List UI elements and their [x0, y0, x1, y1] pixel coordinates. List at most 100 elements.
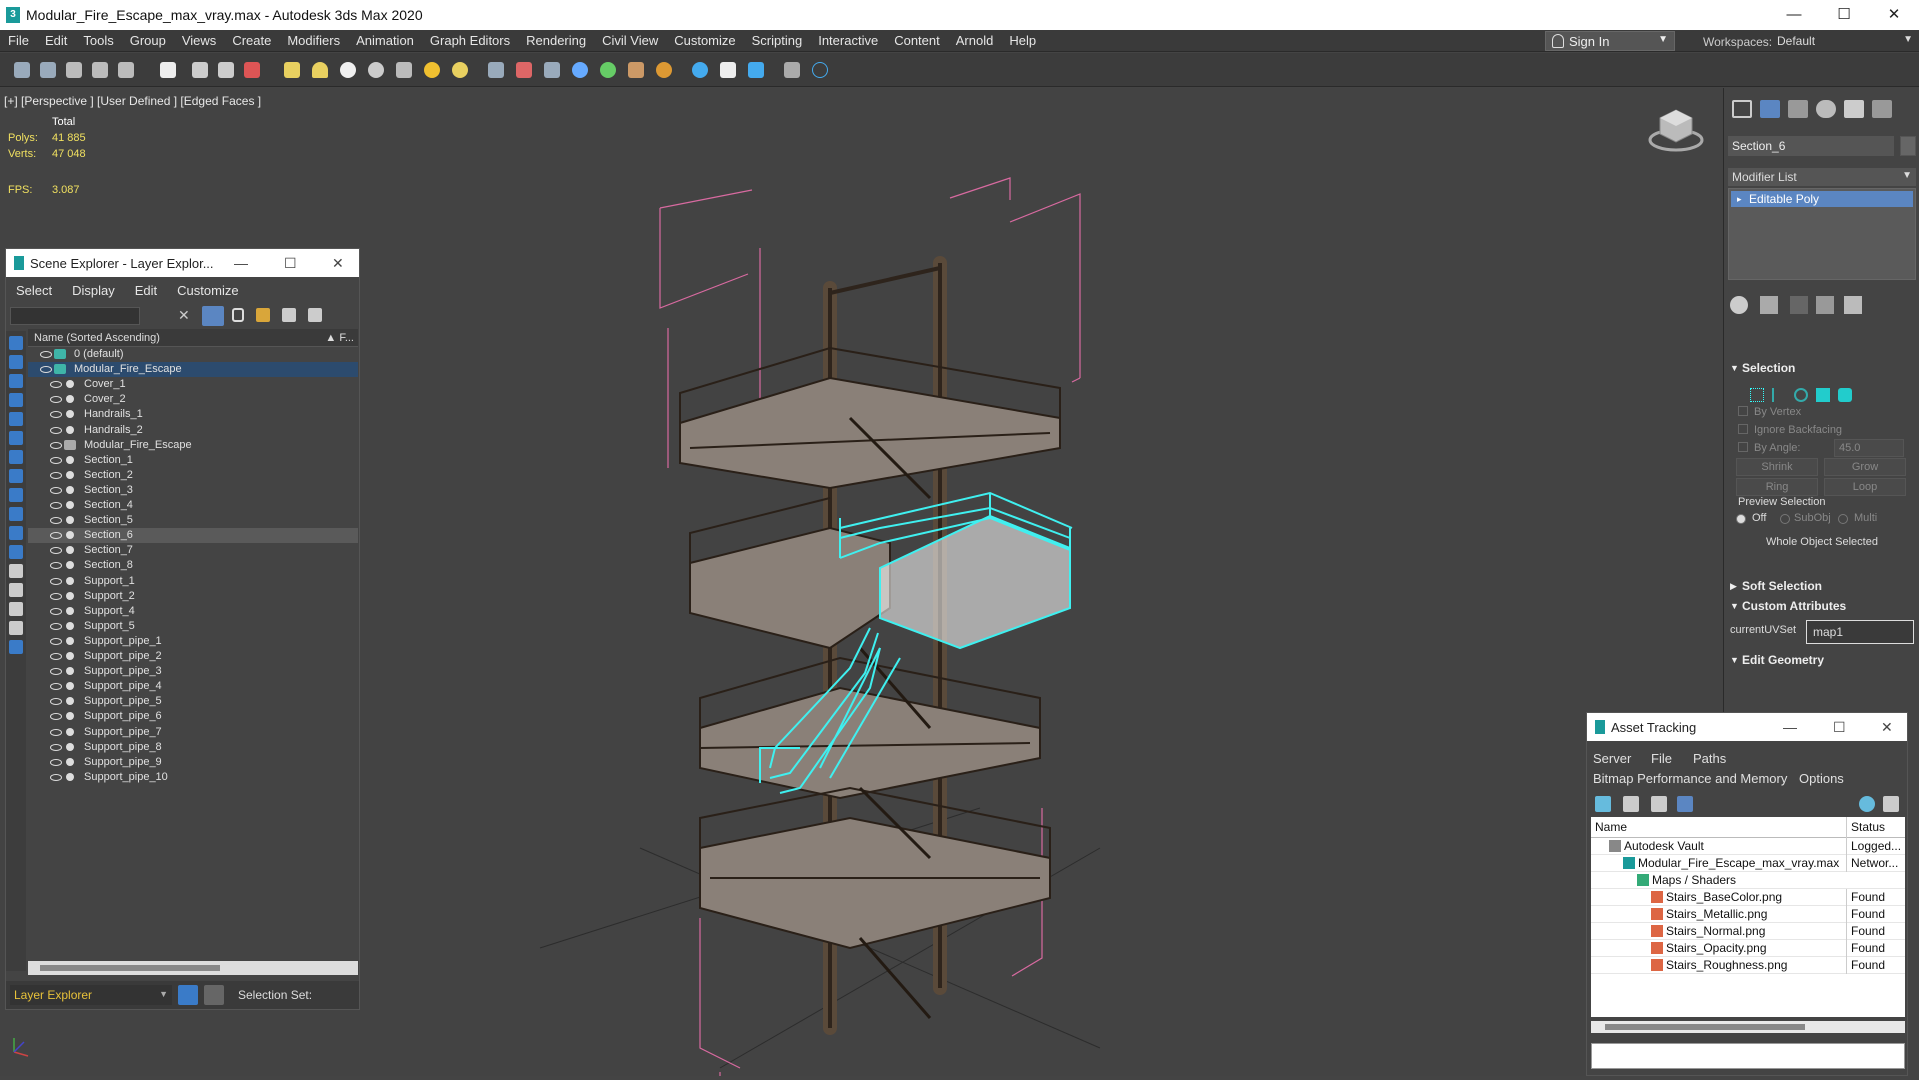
- list-item[interactable]: Support_4: [28, 604, 358, 619]
- ignore-backfacing-checkbox[interactable]: [1738, 424, 1748, 434]
- container-filter-icon[interactable]: [9, 507, 23, 521]
- eye-icon[interactable]: [50, 396, 62, 404]
- select-object-icon[interactable]: [160, 62, 176, 78]
- table-row[interactable]: Autodesk Vault Logged...: [1591, 838, 1905, 855]
- eye-icon[interactable]: [50, 773, 62, 781]
- eye-icon[interactable]: [50, 758, 62, 766]
- eye-icon[interactable]: [50, 743, 62, 751]
- scene-explorer-titlebar[interactable]: Scene Explorer - Layer Explor... — ☐ ✕: [6, 249, 359, 277]
- xref-filter-icon[interactable]: [9, 469, 23, 483]
- list-item[interactable]: Support_2: [28, 589, 358, 604]
- list-item[interactable]: Section_7: [28, 543, 358, 558]
- motion-tab-icon[interactable]: [1816, 100, 1836, 118]
- render-icon[interactable]: [720, 62, 736, 78]
- link-icon[interactable]: [66, 62, 82, 78]
- box-icon[interactable]: [284, 62, 300, 78]
- settings-icon[interactable]: [1883, 796, 1899, 812]
- list-item[interactable]: Support_5: [28, 619, 358, 634]
- horizontal-scrollbar[interactable]: [1591, 1021, 1905, 1033]
- custom-attributes-rollout[interactable]: Custom Attributes: [1728, 596, 1916, 616]
- eye-icon[interactable]: [50, 607, 62, 615]
- none-filter-icon[interactable]: [9, 583, 23, 597]
- list-item[interactable]: Support_pipe_5: [28, 694, 358, 709]
- edge-icon[interactable]: [1772, 388, 1786, 402]
- light-icon[interactable]: [452, 62, 468, 78]
- redo-icon[interactable]: [40, 62, 56, 78]
- name-column-header[interactable]: Name: [1595, 817, 1627, 838]
- menu-civil-view[interactable]: Civil View: [594, 30, 666, 52]
- at-menu-bitmap-performance[interactable]: Bitmap Performance and Memory: [1593, 771, 1787, 786]
- table-row[interactable]: Stairs_Roughness.png Found: [1591, 957, 1905, 974]
- helper-filter-icon[interactable]: [9, 412, 23, 426]
- sun-icon[interactable]: [424, 62, 440, 78]
- viewcube-icon[interactable]: [1648, 102, 1704, 152]
- eye-icon[interactable]: [50, 668, 62, 676]
- list-item[interactable]: Cover_1: [28, 377, 358, 392]
- eye-icon[interactable]: [40, 351, 52, 358]
- eye-icon[interactable]: [40, 366, 52, 374]
- layers-icon[interactable]: [784, 62, 800, 78]
- grid-view-icon[interactable]: [1677, 796, 1693, 812]
- list-item[interactable]: Support_1: [28, 574, 358, 589]
- by-vertex-checkbox[interactable]: [1738, 406, 1748, 416]
- menu-tools[interactable]: Tools: [75, 30, 121, 52]
- eye-icon[interactable]: [50, 577, 62, 585]
- shrink-button[interactable]: Shrink: [1736, 458, 1818, 476]
- border-icon[interactable]: [1794, 388, 1808, 402]
- preview-multi-radio[interactable]: [1838, 514, 1848, 524]
- se-menu-display[interactable]: Display: [62, 283, 125, 298]
- workspace-select[interactable]: Default ▼: [1773, 31, 1919, 51]
- horizontal-scrollbar[interactable]: [28, 961, 358, 975]
- help-icon[interactable]: [812, 62, 828, 78]
- bone-filter-icon[interactable]: [9, 488, 23, 502]
- pin-stack-icon[interactable]: [1730, 296, 1748, 314]
- funnel-icon[interactable]: [9, 621, 23, 635]
- table-row[interactable]: Stairs_Metallic.png Found: [1591, 906, 1905, 923]
- at-menu-options[interactable]: Options: [1799, 771, 1844, 786]
- configure-sets-icon[interactable]: [1844, 296, 1862, 314]
- list-item[interactable]: Section_4: [28, 498, 358, 513]
- torus-icon[interactable]: [368, 62, 384, 78]
- shape-filter-icon[interactable]: [9, 355, 23, 369]
- list-view-icon[interactable]: [1623, 796, 1639, 812]
- list-item[interactable]: Section_5: [28, 513, 358, 528]
- status-column-header[interactable]: Status: [1846, 817, 1904, 838]
- selection-rollout[interactable]: Selection: [1728, 358, 1916, 378]
- list-item[interactable]: Modular_Fire_Escape: [28, 438, 358, 453]
- camera-filter-icon[interactable]: [9, 393, 23, 407]
- menu-content[interactable]: Content: [886, 30, 948, 52]
- viewport-label[interactable]: [+] [Perspective ] [User Defined ] [Edge…: [4, 94, 261, 108]
- lock-icon[interactable]: [232, 308, 244, 322]
- list-item[interactable]: Support_pipe_8: [28, 740, 358, 755]
- se-menu-edit[interactable]: Edit: [125, 283, 167, 298]
- menu-graph-editors[interactable]: Graph Editors: [422, 30, 518, 52]
- unlink-icon[interactable]: [92, 62, 108, 78]
- menu-interactive[interactable]: Interactive: [810, 30, 886, 52]
- help-icon[interactable]: [1859, 796, 1875, 812]
- list-item[interactable]: Section_6: [28, 528, 358, 544]
- show-end-result-icon[interactable]: [1760, 296, 1778, 314]
- pyramid-icon[interactable]: [396, 62, 412, 78]
- eye-icon[interactable]: [50, 517, 62, 525]
- select-scale-icon[interactable]: [244, 62, 260, 78]
- list-item[interactable]: Section_8: [28, 558, 358, 573]
- filter-icon[interactable]: [202, 306, 224, 326]
- spacewarp-filter-icon[interactable]: [9, 431, 23, 445]
- eye-icon[interactable]: [50, 683, 62, 691]
- make-unique-icon[interactable]: [1790, 296, 1808, 314]
- stack-item-editable-poly[interactable]: Editable Poly: [1731, 191, 1913, 207]
- eye-icon[interactable]: [50, 471, 62, 479]
- grow-button[interactable]: Grow: [1824, 458, 1906, 476]
- eye-icon[interactable]: [50, 426, 62, 434]
- eye-icon[interactable]: [50, 547, 62, 555]
- eye-icon[interactable]: [50, 441, 62, 449]
- by-angle-checkbox[interactable]: [1738, 442, 1748, 452]
- all-filter-icon[interactable]: [9, 564, 23, 578]
- preview-off-radio[interactable]: [1736, 514, 1746, 524]
- eye-icon[interactable]: [50, 698, 62, 706]
- display-tab-icon[interactable]: [1844, 100, 1864, 118]
- bind-space-warp-icon[interactable]: [118, 62, 134, 78]
- table-row[interactable]: Maps / Shaders: [1591, 872, 1905, 889]
- globe-icon[interactable]: [572, 62, 588, 78]
- menu-create[interactable]: Create: [224, 30, 279, 52]
